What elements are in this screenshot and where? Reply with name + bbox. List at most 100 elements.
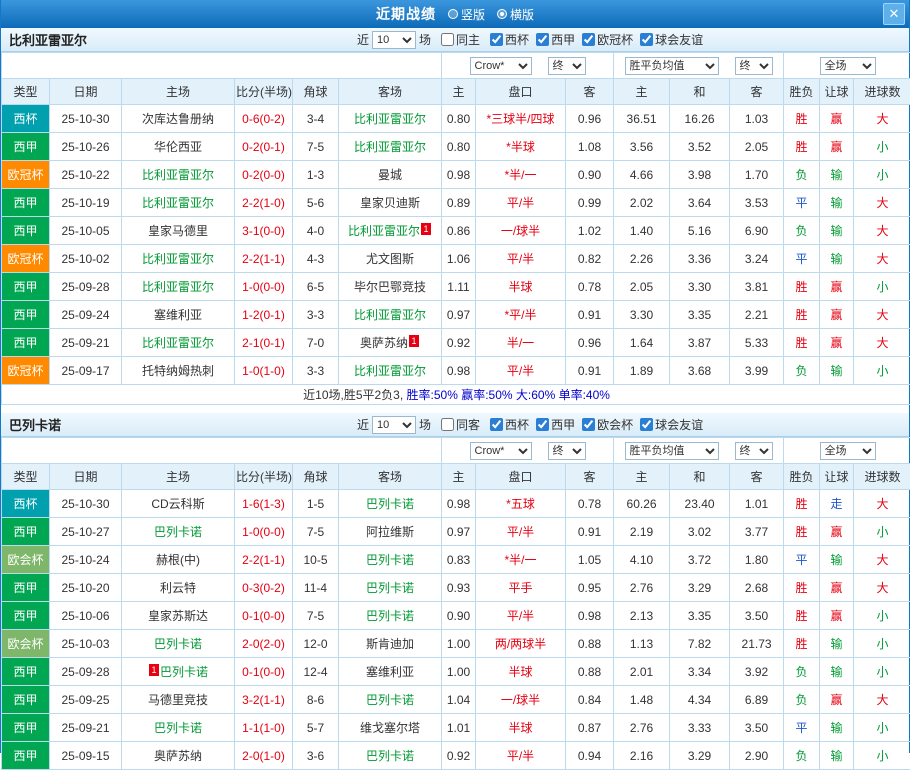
filter-checkbox[interactable]: 球会友谊 xyxy=(640,416,703,433)
checkbox-input[interactable] xyxy=(536,418,549,431)
away-team: 皇家贝迪斯 xyxy=(339,189,442,217)
checkbox-input[interactable] xyxy=(490,418,503,431)
column-header: 角球 xyxy=(293,79,339,105)
filter-controls: 近 10 场 同客 西杯西甲欧会杯球会友谊 xyxy=(357,416,703,434)
eu-home-odds: 2.02 xyxy=(614,189,670,217)
ah-home-odds: 0.92 xyxy=(442,329,476,357)
ah-away-odds: 0.91 xyxy=(566,301,614,329)
scope-dropdown-cell: 全场 xyxy=(784,53,910,79)
home-team: 赫根(中) xyxy=(122,546,235,574)
result-handicap: 输 xyxy=(820,546,854,574)
checkbox-input[interactable] xyxy=(582,418,595,431)
eu-away-odds: 5.33 xyxy=(730,329,784,357)
filter-label: 球会友谊 xyxy=(655,31,703,48)
match-date: 25-10-30 xyxy=(50,105,122,133)
team-bar: 巴列卡诺 近 10 场 同客 西杯西甲欧会杯球会友谊 xyxy=(1,413,909,437)
result-handicap: 赢 xyxy=(820,329,854,357)
eu-draw-odds: 3.34 xyxy=(670,658,730,686)
corners: 8-6 xyxy=(293,686,339,714)
layout-radio-horizontal[interactable]: 横版 xyxy=(497,6,534,23)
bookmaker-select[interactable]: Crow* xyxy=(470,442,532,460)
eu-draw-odds: 3.33 xyxy=(670,714,730,742)
corners: 7-5 xyxy=(293,602,339,630)
team-label: 华伦西亚 xyxy=(154,140,202,154)
eu-home-odds: 36.51 xyxy=(614,105,670,133)
eu-final-select[interactable]: 终 xyxy=(735,57,773,75)
same-venue-checkbox[interactable]: 同主 xyxy=(441,31,480,48)
ah-line: *五球 xyxy=(476,490,566,518)
checkbox-input[interactable] xyxy=(640,418,653,431)
ah-final-select[interactable]: 终 xyxy=(548,442,586,460)
match-date: 25-09-21 xyxy=(50,714,122,742)
ah-line: 半/一 xyxy=(476,329,566,357)
checkbox-input[interactable] xyxy=(441,418,454,431)
checkbox-input[interactable] xyxy=(490,33,503,46)
ah-away-odds: 0.87 xyxy=(566,714,614,742)
type-badge: 欧会杯 xyxy=(2,546,50,574)
filter-checkbox[interactable]: 西杯 xyxy=(490,416,529,433)
filter-label: 欧会杯 xyxy=(597,416,633,433)
type-badge: 西甲 xyxy=(2,742,50,770)
result-handicap: 输 xyxy=(820,742,854,770)
team-label: 次库达鲁册纳 xyxy=(142,112,214,126)
corners: 3-3 xyxy=(293,357,339,385)
team-label: 巴列卡诺 xyxy=(366,609,414,623)
filter-checkbox[interactable]: 西杯 xyxy=(490,31,529,48)
summary-segment: 赢率:50% xyxy=(461,388,516,402)
avg-select[interactable]: 胜平负均值 xyxy=(625,442,719,460)
checkbox-input[interactable] xyxy=(582,33,595,46)
ah-final-select[interactable]: 终 xyxy=(548,57,586,75)
ah-away-odds: 0.84 xyxy=(566,686,614,714)
result-outcome: 平 xyxy=(784,714,820,742)
same-venue-checkbox[interactable]: 同客 xyxy=(441,416,480,433)
checkbox-input[interactable] xyxy=(536,33,549,46)
match-row: 西甲25-09-21比利亚雷亚尔2-1(0-1)7-0奥萨苏纳10.92半/一0… xyxy=(2,329,910,357)
team-label: 皇家贝迪斯 xyxy=(360,196,420,210)
home-team: 比利亚雷亚尔 xyxy=(122,273,235,301)
eu-final-select[interactable]: 终 xyxy=(735,442,773,460)
filter-label: 西杯 xyxy=(505,416,529,433)
filter-checkbox[interactable]: 西甲 xyxy=(536,416,575,433)
column-header: 比分(半场) xyxy=(235,79,293,105)
away-team: 比利亚雷亚尔 xyxy=(339,301,442,329)
result-handicap: 输 xyxy=(820,630,854,658)
filter-label: 西甲 xyxy=(551,416,575,433)
type-badge: 欧冠杯 xyxy=(2,161,50,189)
column-header: 客场 xyxy=(339,464,442,490)
filter-checkbox[interactable]: 球会友谊 xyxy=(640,31,703,48)
match-row: 欧会杯25-10-03巴列卡诺2-0(2-0)12-0斯肯迪加1.00两/两球半… xyxy=(2,630,910,658)
ah-home-odds: 0.89 xyxy=(442,189,476,217)
filter-checkbox[interactable]: 欧会杯 xyxy=(582,416,633,433)
checkbox-input[interactable] xyxy=(640,33,653,46)
bookmaker-select[interactable]: Crow* xyxy=(470,57,532,75)
games-count-select[interactable]: 10 xyxy=(372,416,416,434)
scope-select[interactable]: 全场 xyxy=(820,57,876,75)
summary-segment: 大:60% xyxy=(516,388,559,402)
team-label: 比利亚雷亚尔 xyxy=(348,224,420,238)
filter-checkbox[interactable]: 欧冠杯 xyxy=(582,31,633,48)
team-label: 巴列卡诺 xyxy=(366,497,414,511)
eu-away-odds: 1.03 xyxy=(730,105,784,133)
ah-away-odds: 0.96 xyxy=(566,329,614,357)
window-titlebar: 近期战绩 竖版 横版 ✕ xyxy=(1,0,909,28)
match-score: 2-1(0-1) xyxy=(235,329,293,357)
games-count-select[interactable]: 10 xyxy=(372,31,416,49)
result-outcome: 胜 xyxy=(784,133,820,161)
match-score: 3-1(0-0) xyxy=(235,217,293,245)
team-label: 巴列卡诺 xyxy=(366,693,414,707)
type-badge: 西杯 xyxy=(2,490,50,518)
checkbox-input[interactable] xyxy=(441,33,454,46)
layout-radio-vertical[interactable]: 竖版 xyxy=(448,6,485,23)
team-label: 比利亚雷亚尔 xyxy=(354,364,426,378)
avg-select[interactable]: 胜平负均值 xyxy=(625,57,719,75)
scope-select[interactable]: 全场 xyxy=(820,442,876,460)
close-icon[interactable]: ✕ xyxy=(883,3,905,25)
filter-checkbox[interactable]: 西甲 xyxy=(536,31,575,48)
eu-away-odds: 2.68 xyxy=(730,574,784,602)
column-header: 和 xyxy=(670,464,730,490)
team-section: 巴列卡诺 近 10 场 同客 西杯西甲欧会杯球会友谊 Crow* 终 xyxy=(1,413,909,770)
ah-away-odds: 0.99 xyxy=(566,189,614,217)
away-team: 曼城 xyxy=(339,161,442,189)
eu-draw-odds: 3.36 xyxy=(670,245,730,273)
match-score: 1-0(0-0) xyxy=(235,518,293,546)
